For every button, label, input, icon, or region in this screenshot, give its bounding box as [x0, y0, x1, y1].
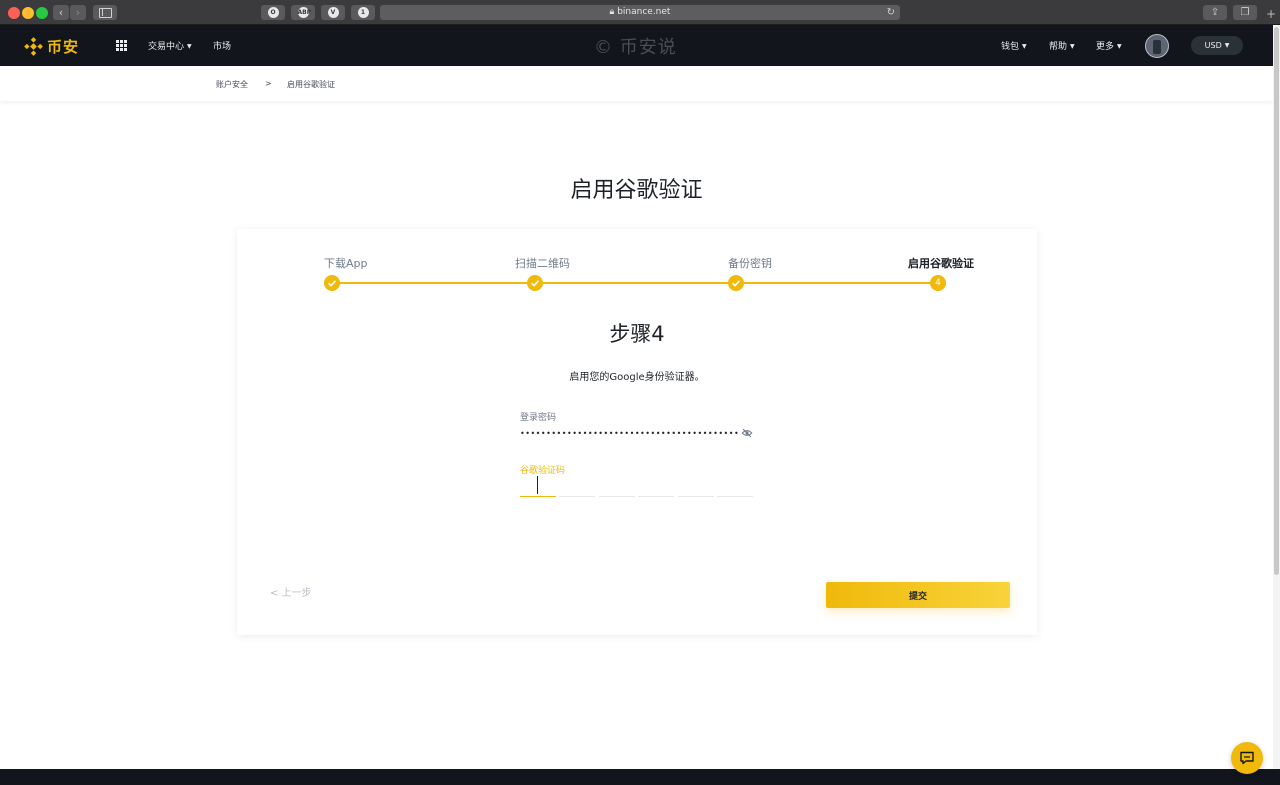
new-tab-icon[interactable]: +	[1266, 8, 1276, 20]
code-digit-input-3[interactable]	[599, 475, 635, 497]
step-label-backup-key: 备份密钥	[728, 257, 772, 270]
reload-icon[interactable]: ↻	[887, 5, 895, 20]
nav-more-label: 更多	[1096, 42, 1115, 52]
page-title: 启用谷歌验证	[570, 178, 703, 203]
code-digit-input-6[interactable]	[717, 475, 753, 497]
watermark-text: © 币安说	[594, 37, 677, 58]
password-field[interactable]: ••••••••••••••••••••••••••••••••••••••••…	[520, 429, 740, 438]
code-digit-input-1[interactable]	[520, 475, 556, 497]
previous-step-link[interactable]: < 上一步	[270, 584, 312, 599]
breadcrumb-separator: >	[265, 79, 272, 88]
breadcrumb-current: 启用谷歌验证	[287, 80, 335, 89]
nav-markets-link[interactable]: 市场	[213, 39, 231, 52]
url-text: binance.net	[617, 7, 671, 17]
minimize-window-button[interactable]	[22, 7, 34, 19]
caret-down-icon: ▼	[1117, 43, 1122, 50]
scrollbar-thumb[interactable]	[1274, 27, 1279, 575]
nav-trade-menu[interactable]: 交易中心 ▼	[148, 39, 192, 52]
forward-button[interactable]: ›	[70, 5, 86, 20]
address-bar[interactable]: 🔒︎ binance.net ↻	[380, 5, 900, 20]
currency-label: USD	[1204, 41, 1222, 50]
vb-extension-icon[interactable]: V	[321, 5, 345, 20]
apps-grid-icon[interactable]	[116, 40, 127, 51]
code-digit-input-5[interactable]	[678, 475, 714, 497]
step-label-enable-google-auth: 启用谷歌验证	[908, 257, 974, 270]
stepper-progress-line	[332, 282, 938, 284]
browser-toolbar: ‹ › O ABP V 1 🔒︎ binance.net ↻ ⇪ ❐ +	[0, 0, 1280, 25]
step-label-download-app: 下载App	[324, 257, 368, 270]
tab-overview-icon[interactable]: ❐	[1233, 5, 1257, 20]
chat-bubble-icon	[1240, 751, 1254, 765]
binance-logo-icon	[24, 36, 43, 56]
check-icon	[527, 275, 543, 291]
sidebar-toggle-icon[interactable]	[93, 5, 117, 20]
adblock-extension-icon[interactable]: ABP	[291, 5, 315, 20]
check-icon	[728, 275, 744, 291]
nav-trade-label: 交易中心	[148, 42, 185, 52]
close-window-button[interactable]	[8, 7, 20, 19]
password-field-label: 登录密码	[520, 413, 557, 423]
opera-extension-icon[interactable]: O	[261, 5, 285, 20]
breadcrumb-account-security-link[interactable]: 账户安全	[216, 79, 248, 90]
page-footer	[0, 769, 1280, 785]
nav-help-label: 帮助	[1049, 42, 1068, 52]
eye-slash-icon[interactable]	[741, 427, 753, 439]
step-description: 启用您的Google身份验证器。	[569, 372, 705, 383]
caret-down-icon: ▼	[1224, 42, 1230, 49]
page-scrollbar[interactable]	[1273, 25, 1280, 769]
support-chat-button[interactable]	[1231, 742, 1263, 774]
breadcrumb: 账户安全 > 启用谷歌验证	[0, 66, 1273, 101]
site-header: 币安 交易中心 ▼ 市场 © 币安说 钱包 ▼ 帮助 ▼ 更多 ▼ USD ▼	[0, 25, 1273, 66]
step-number-badge: 4	[930, 275, 946, 291]
nav-more-menu[interactable]: 更多 ▼	[1096, 39, 1122, 52]
nav-help-menu[interactable]: 帮助 ▼	[1049, 39, 1075, 52]
password-manager-extension-icon[interactable]: 1	[351, 5, 375, 20]
brand-logo[interactable]: 币安	[24, 36, 79, 56]
step-title: 步骤4	[609, 322, 665, 346]
nav-wallet-label: 钱包	[1001, 42, 1020, 52]
check-icon	[324, 275, 340, 291]
step-label-scan-qr: 扫描二维码	[515, 257, 570, 270]
caret-down-icon: ▼	[187, 43, 192, 50]
text-cursor	[537, 476, 538, 494]
share-icon[interactable]: ⇪	[1203, 5, 1227, 20]
caret-down-icon: ▼	[1070, 43, 1075, 50]
caret-down-icon: ▼	[1022, 43, 1027, 50]
code-digit-input-4[interactable]	[638, 475, 674, 497]
nav-wallet-menu[interactable]: 钱包 ▼	[1001, 39, 1027, 52]
currency-selector[interactable]: USD ▼	[1191, 36, 1243, 55]
user-avatar[interactable]	[1145, 34, 1169, 58]
google-auth-card: 下载App 扫描二维码 备份密钥 启用谷歌验证 4 步骤4 启用您的Google…	[237, 229, 1037, 635]
code-digit-input-2[interactable]	[559, 475, 595, 497]
lock-icon: 🔒︎	[609, 7, 615, 17]
submit-button[interactable]: 提交	[826, 582, 1010, 608]
maximize-window-button[interactable]	[36, 7, 48, 19]
back-button[interactable]: ‹	[53, 5, 69, 20]
brand-name: 币安	[47, 37, 80, 56]
